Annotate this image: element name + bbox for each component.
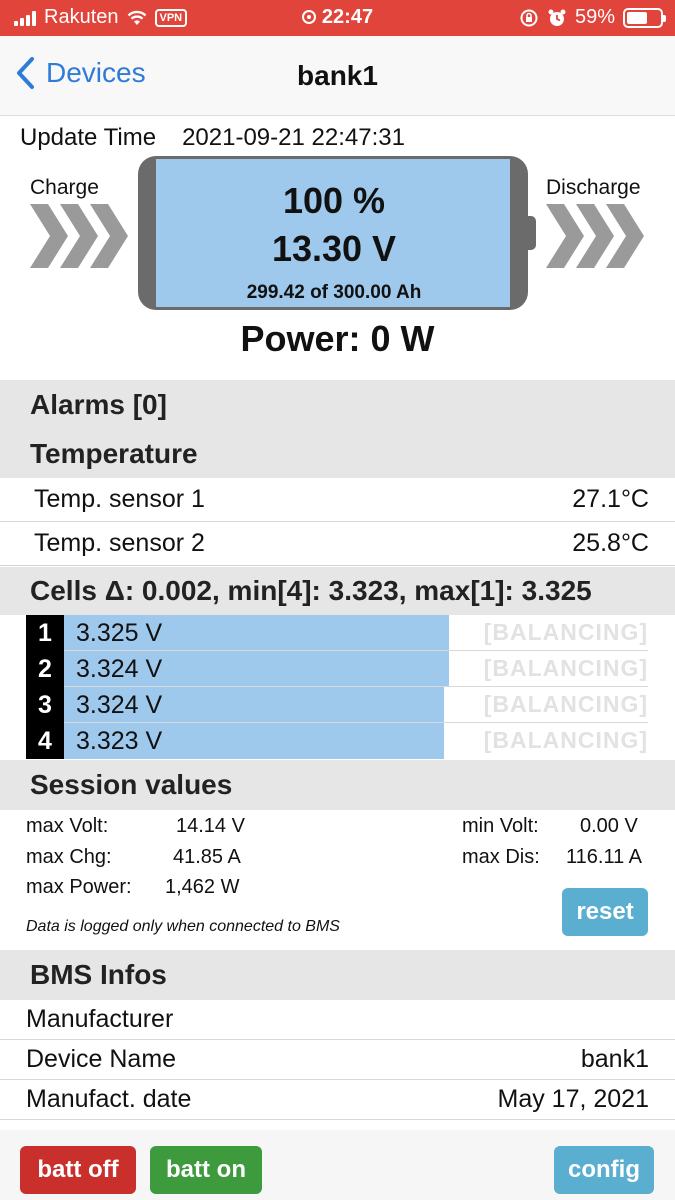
page-title: bank1 [297, 60, 378, 91]
max-dis-label: max Dis: [462, 846, 540, 868]
bms-info-label: Device Name [26, 1045, 177, 1073]
session-values-header: Session values [0, 760, 675, 810]
cell-number: 4 [26, 723, 64, 759]
power-readout: Power: 0 W [240, 318, 435, 359]
bms-info-value: bank1 [580, 1045, 649, 1073]
bms-info-label: Manufacturer [26, 1005, 174, 1033]
charge-arrows-icon [30, 204, 128, 268]
config-button[interactable]: config [554, 1146, 654, 1194]
cell-row: 1 3.325 V [BALANCING] [26, 615, 648, 651]
cell-voltage: 3.325 V [76, 619, 163, 647]
bms-info-label: Manufact. date [26, 1085, 192, 1113]
bms-infos-header: BMS Infos [0, 950, 675, 1000]
battery-capacity-value: 299.42 of 300.00 Ah [246, 282, 422, 303]
battery-voltage-value: 13.30 V [271, 228, 397, 269]
cell-voltage: 3.324 V [76, 655, 163, 683]
rotation-lock-icon [520, 9, 538, 26]
update-time-value: 2021-09-21 22:47:31 [182, 124, 405, 151]
status-bar: Rakuten VPN 22:47 59% [0, 0, 675, 36]
temp-sensor-label: Temp. sensor 1 [34, 485, 205, 513]
cell-balancing-status: [BALANCING] [483, 691, 648, 717]
max-power-value: 1,462 W [165, 876, 240, 898]
battery-icon [623, 7, 666, 28]
max-dis-value: 116.11 A [566, 846, 642, 868]
discharge-label: Discharge [546, 176, 641, 199]
max-chg-value: 41.85 A [173, 846, 241, 868]
max-volt-value: 14.14 V [176, 815, 245, 837]
cell-number: 1 [26, 615, 64, 651]
charge-label: Charge [30, 176, 99, 199]
battery-gauge: 100 % 13.30 V 299.42 of 300.00 Ah [138, 156, 536, 310]
min-volt-label: min Volt: [462, 815, 539, 837]
navigation-bar: Devices bank1 [0, 36, 675, 116]
reset-button[interactable]: reset [562, 888, 648, 936]
max-power-label: max Power: [26, 876, 132, 898]
temp-sensor-value: 27.1°C [572, 485, 649, 513]
cell-number: 2 [26, 651, 64, 687]
min-volt-value: 0.00 V [580, 815, 638, 837]
cell-row: 4 3.323 V [BALANCING] [26, 723, 648, 759]
max-chg-label: max Chg: [26, 846, 112, 868]
temperature-header: Temperature [0, 430, 675, 478]
temp-sensor-row: Temp. sensor 2 25.8°C [0, 522, 675, 566]
alarm-icon [548, 9, 566, 26]
temp-sensor-label: Temp. sensor 2 [34, 529, 205, 557]
bms-info-row: Device Name bank1 [0, 1040, 675, 1080]
batt-on-button[interactable]: batt on [150, 1146, 262, 1194]
cell-voltage: 3.323 V [76, 727, 163, 755]
cell-balancing-status: [BALANCING] [483, 619, 648, 645]
discharge-arrows-icon [546, 204, 644, 268]
cell-voltage: 3.324 V [76, 691, 163, 719]
battery-percent: 59% [574, 6, 615, 28]
cell-number: 3 [26, 687, 64, 723]
bms-info-row: Manufacturer [0, 1000, 675, 1040]
status-right: 59% [519, 6, 666, 29]
cells-header: Cells Δ: 0.002, min[4]: 3.323, max[1]: 3… [0, 567, 675, 615]
temp-sensor-value: 25.8°C [572, 529, 649, 557]
bms-info-value: May 17, 2021 [497, 1085, 650, 1113]
update-time-label: Update Time [20, 124, 157, 151]
cell-balancing-status: [BALANCING] [483, 727, 648, 753]
time-label: 22:47 [321, 6, 374, 28]
screen-record-icon [301, 10, 316, 24]
alarms-header[interactable]: Alarms [0] [0, 380, 675, 430]
max-volt-label: max Volt: [26, 815, 109, 837]
logging-note: Data is logged only when connected to BM… [26, 918, 340, 935]
update-time-row: Update Time 2021-09-21 22:47:31 [20, 124, 405, 152]
batt-off-button[interactable]: batt off [20, 1146, 136, 1194]
cell-balancing-status: [BALANCING] [483, 655, 648, 681]
cell-row: 3 3.324 V [BALANCING] [26, 687, 648, 723]
cell-row: 2 3.324 V [BALANCING] [26, 651, 648, 687]
temp-sensor-row: Temp. sensor 1 27.1°C [0, 478, 675, 522]
bms-info-row: Manufact. date May 17, 2021 [0, 1080, 675, 1120]
battery-percent-value: 100 % [282, 180, 386, 221]
